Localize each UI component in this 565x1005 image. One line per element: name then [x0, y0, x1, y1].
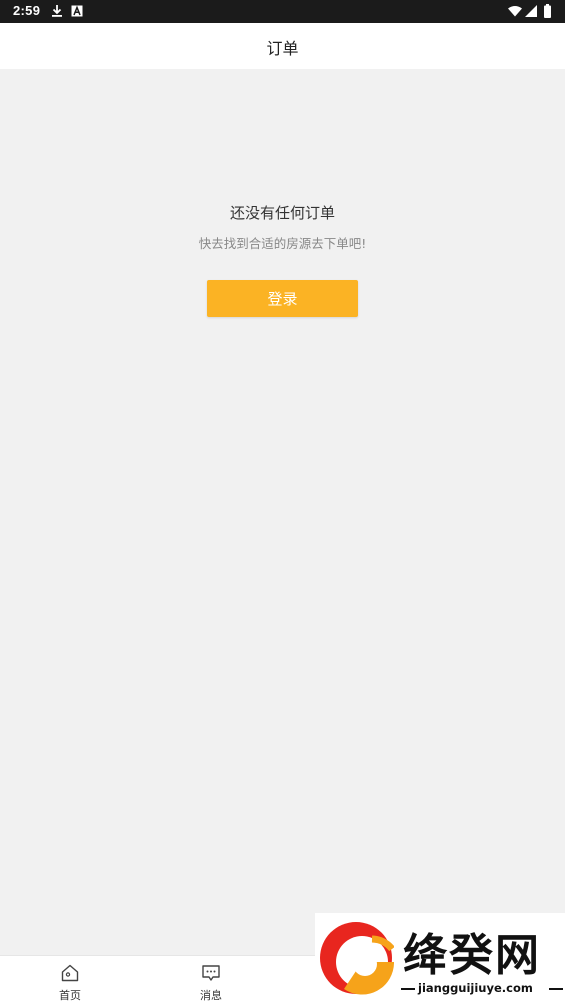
divider — [549, 988, 563, 990]
status-bar: 2:59 — [0, 0, 565, 23]
home-icon — [61, 964, 79, 982]
tab-home[interactable]: 首页 — [35, 956, 105, 1005]
divider — [401, 988, 415, 990]
tab-messages-label: 消息 — [200, 989, 222, 1002]
wifi-icon — [508, 6, 522, 17]
empty-state-title: 还没有任何订单 — [229, 204, 335, 222]
watermark-domain-line: jiangguijiuye.com — [401, 981, 563, 995]
watermark-brand: 绛癸网 — [403, 930, 541, 981]
a-badge-icon — [71, 5, 83, 17]
watermark: 绛癸网 jiangguijiuye.com — [315, 913, 565, 1004]
app-header: 订单 — [0, 23, 565, 69]
tab-home-label: 首页 — [59, 989, 81, 1002]
watermark-logo-icon — [320, 922, 394, 995]
watermark-domain: jiangguijiuye.com — [418, 981, 533, 995]
tab-messages[interactable]: 消息 — [176, 956, 246, 1005]
empty-state-subtitle: 快去找到合适的房源去下单吧! — [198, 236, 367, 251]
battery-icon — [544, 4, 551, 18]
login-button[interactable]: 登录 — [207, 280, 358, 317]
page-title: 订单 — [266, 39, 299, 58]
signal-icon — [525, 5, 537, 17]
message-icon — [202, 965, 220, 981]
status-time: 2:59 — [13, 3, 41, 18]
download-icon — [52, 5, 62, 17]
